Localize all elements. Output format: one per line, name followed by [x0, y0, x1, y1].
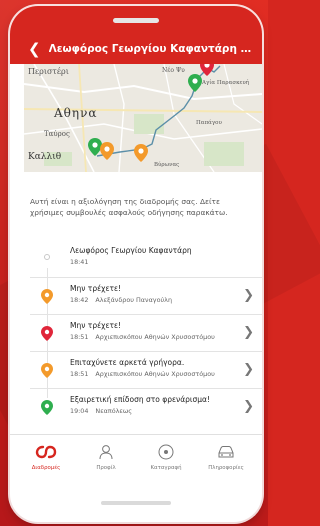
map-pin-orange-icon[interactable] [100, 142, 114, 160]
route-evaluation-intro: Αυτή είναι η αξιολόγηση της διαδρομής σα… [30, 197, 228, 217]
event-title: Επιταχύνετε αρκετά γρήγορα. [70, 358, 185, 367]
map-label-tavros: Ταύρος [44, 130, 70, 138]
chevron-right-icon: ❯ [243, 362, 254, 377]
bottom-tab-bar: Διαδρομές Προφίλ Καταγραφή Πληροφορίες [10, 434, 262, 482]
record-icon [155, 443, 177, 461]
event-title: Λεωφόρος Γεωργίου Καφαντάρη [70, 246, 192, 255]
event-row[interactable]: Μην τρέχετε! 18:42 Αλεξάνδρου Παναγούλη ❯ [30, 277, 262, 314]
event-start: Λεωφόρος Γεωργίου Καφαντάρη 18:41 [30, 240, 262, 277]
event-time: 18:51 [70, 370, 89, 378]
tab-label: Καταγραφή [150, 465, 182, 471]
map-label-peristeri: Περιστέρι [28, 67, 69, 76]
routes-icon [35, 443, 57, 461]
event-street: Νεαπόλεως [95, 407, 132, 415]
map-label-agia-paraskevi: Αγία Παρασκευή [202, 80, 250, 86]
event-meta: 18:42 Αλεξάνδρου Παναγούλη [70, 296, 179, 304]
event-title: Μην τρέχετε! [70, 284, 122, 293]
phone-frame: ❮ Λεωφόρος Γεωργίου Καφαντάρη - Ασπ... Π… [10, 6, 262, 522]
event-meta: 19:04 Νεαπόλεως [70, 407, 139, 415]
event-time: 18:42 [70, 296, 89, 304]
map-label-kallithea: Καλλιθ [28, 152, 62, 162]
event-street: Αρχιεπισκόπου Αθηνών Χρυσοστόμου [95, 333, 215, 341]
map-label-papagou: Παπάγου [196, 120, 222, 126]
tab-label: Προφίλ [96, 465, 116, 471]
tab-label: Διαδρομές [31, 465, 61, 471]
chevron-right-icon: ❯ [243, 288, 254, 303]
orange-pin-icon [41, 363, 53, 378]
app-header: ❮ Λεωφόρος Γεωργίου Καφαντάρη - Ασπ... [10, 6, 262, 64]
map-pin-orange-2-icon[interactable] [134, 144, 148, 162]
event-street: Αρχιεπισκόπου Αθηνών Χρυσοστόμου [95, 370, 215, 378]
phone-speaker [113, 18, 159, 23]
red-pin-icon [41, 326, 53, 341]
map-label-neo-psychiko: Νέο Ψυ [162, 67, 185, 74]
map-label-vyronas: Βύρωνας [154, 162, 180, 168]
event-title: Εξαιρετική επίδοση στο φρενάρισμα! [70, 395, 210, 404]
map-pin-green-2-icon[interactable] [188, 74, 202, 92]
page-title: Λεωφόρος Γεωργίου Καφαντάρη - Ασπ... [48, 43, 252, 55]
profile-icon [95, 443, 117, 461]
green-pin-icon [41, 400, 53, 415]
event-time: 19:04 [70, 407, 89, 415]
event-row[interactable]: Επιταχύνετε αρκετά γρήγορα. 18:51 Αρχιεπι… [30, 351, 262, 388]
home-indicator [101, 501, 171, 505]
car-info-icon [215, 443, 237, 461]
start-dot-icon [44, 254, 50, 260]
tab-info[interactable]: Πληροφορίες [196, 435, 256, 482]
tab-record[interactable]: Καταγραφή [136, 435, 196, 482]
event-meta: 18:51 Αρχιεπισκόπου Αθηνών Χρυσοστόμου [70, 333, 222, 341]
event-meta: 18:41 [70, 258, 95, 266]
chevron-right-icon: ❯ [243, 325, 254, 340]
orange-pin-icon [41, 289, 53, 304]
tab-label: Πληροφορίες [208, 465, 244, 471]
event-row[interactable]: Εξαιρετική επίδοση στο φρενάρισμα! 19:04… [30, 388, 262, 425]
event-time: 18:41 [70, 258, 89, 266]
map-label-athina: Αθηνα [54, 106, 98, 120]
chevron-right-icon: ❯ [243, 399, 254, 414]
route-map[interactable]: Περιστέρι Αθηνα Ταύρος Καλλιθ Νέο Ψυ Αγί… [24, 64, 262, 172]
event-meta: 18:51 Αρχιεπισκόπου Αθηνών Χρυσοστόμου [70, 370, 222, 378]
tab-profile[interactable]: Προφίλ [76, 435, 136, 482]
event-row[interactable]: Μην τρέχετε! 18:51 Αρχιεπισκόπου Αθηνών Χ… [30, 314, 262, 351]
map-pin-red-icon[interactable] [200, 64, 214, 76]
event-title: Μην τρέχετε! [70, 321, 122, 330]
event-time: 18:51 [70, 333, 89, 341]
tab-routes[interactable]: Διαδρομές [16, 435, 76, 482]
chevron-left-icon[interactable]: ❮ [28, 42, 41, 57]
event-street: Αλεξάνδρου Παναγούλη [95, 296, 173, 304]
events-list: Λεωφόρος Γεωργίου Καφαντάρη 18:41 Μην τρ… [30, 240, 262, 425]
